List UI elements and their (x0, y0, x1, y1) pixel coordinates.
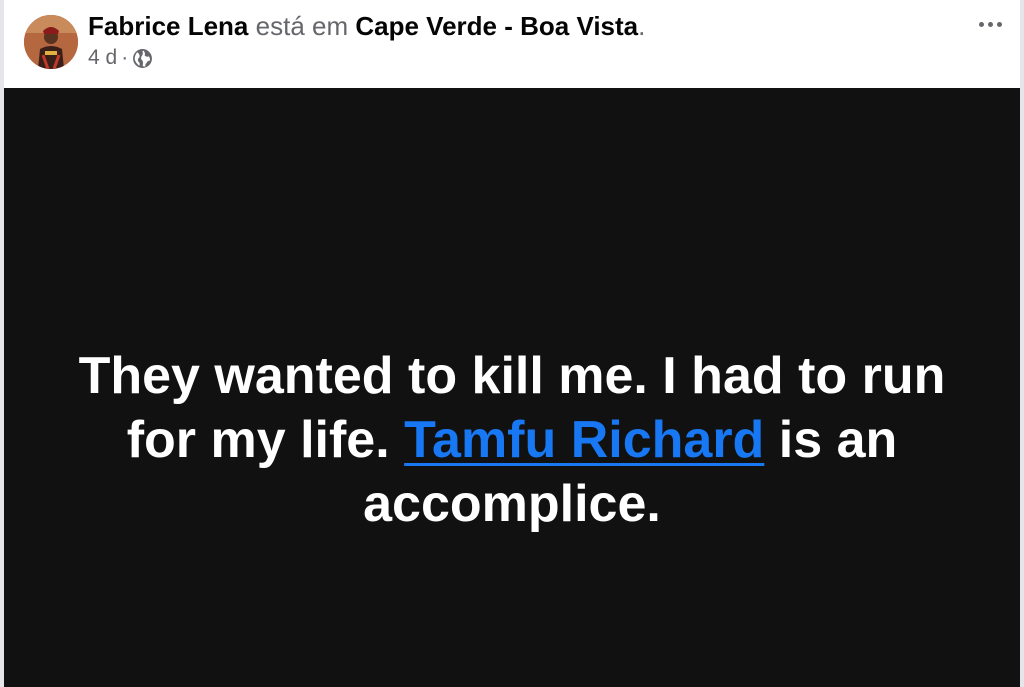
post-meta: 4 d · (88, 46, 153, 70)
mention-link[interactable]: Tamfu Richard (404, 411, 764, 469)
post-timestamp[interactable]: 4 d (88, 46, 117, 70)
location-link[interactable]: Cape Verde - Boa Vista (355, 11, 638, 41)
post-header: Fabrice Lena está em Cape Verde - Boa Vi… (4, 0, 1020, 88)
status-background: They wanted to kill me. I had to run for… (4, 88, 1020, 687)
title-period: . (638, 11, 646, 41)
meta-separator: · (121, 46, 129, 69)
location-connector: está em (255, 11, 349, 41)
status-text: They wanted to kill me. I had to run for… (44, 344, 980, 536)
author-name[interactable]: Fabrice Lena (88, 11, 248, 41)
facebook-post: Fabrice Lena está em Cape Verde - Boa Vi… (0, 0, 1024, 687)
post-frame-right (1020, 0, 1024, 687)
post-title-line: Fabrice Lena está em Cape Verde - Boa Vi… (88, 10, 645, 42)
more-options-icon[interactable] (974, 12, 1006, 36)
avatar[interactable] (24, 15, 78, 69)
globe-icon[interactable] (132, 48, 153, 69)
